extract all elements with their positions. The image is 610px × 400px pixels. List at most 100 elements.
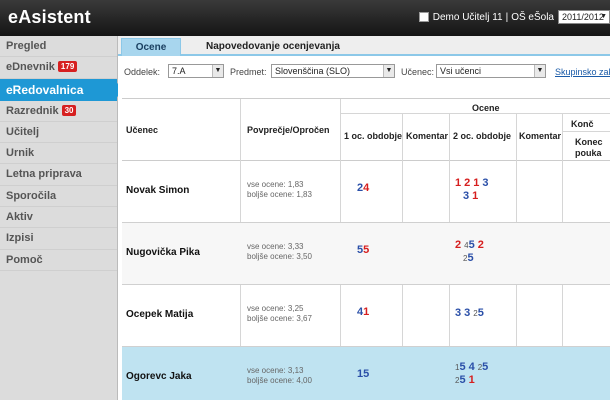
ucenec-label: Učenec: <box>401 67 435 77</box>
header-final-sub: Konec pouka <box>575 137 603 158</box>
sidebar-item-label: Razrednik <box>6 104 59 117</box>
sidebar-item-label: Učitelj <box>6 125 40 138</box>
sidebar-item-label: Aktiv <box>6 211 33 224</box>
student-average: vse ocene: 3,13 boljše ocene: 4,00 <box>247 366 312 386</box>
main-content: Ocene Napovedovanje ocenjevanja Oddelek:… <box>118 36 610 400</box>
grades-period2: 1213 31 <box>455 177 492 203</box>
predmet-label: Predmet: <box>230 67 267 77</box>
year-value: 2011/2012 <box>562 12 604 22</box>
student-average: vse ocene: 1,83 boljše ocene: 1,83 <box>247 180 312 200</box>
sidebar-item-label: Urnik <box>6 147 35 160</box>
sidebar-item-label: Izpisi <box>6 232 34 245</box>
grade[interactable]: 5 <box>467 252 473 264</box>
grade[interactable]: 1 <box>469 374 475 386</box>
grades-period2: 2 45 2 25 <box>455 239 487 265</box>
student-average: vse ocene: 3,25 boljše ocene: 3,67 <box>247 304 312 324</box>
grade[interactable]: 5 <box>459 361 465 373</box>
grade[interactable]: 5 <box>482 361 488 373</box>
grade[interactable]: 1 <box>363 306 369 318</box>
sidebar-item-label: Pregled <box>6 40 47 52</box>
sidebar-item-pomoc[interactable]: Pomoč <box>0 250 117 271</box>
grade[interactable]: 1 <box>473 177 479 189</box>
grade[interactable]: 1 <box>472 190 478 202</box>
table-row[interactable]: Ocepek Matija vse ocene: 3,25 boljše ocen… <box>122 285 610 347</box>
sidebar-item-ednevnik[interactable]: eDnevnik 179 <box>0 57 117 79</box>
sidebar-item-sporocila[interactable]: Sporočila <box>0 186 117 208</box>
demo-checkbox[interactable] <box>418 12 429 22</box>
sidebar-item-pregled[interactable]: Pregled <box>0 36 117 58</box>
grades-period1: 41 <box>357 306 369 318</box>
oddelek-select[interactable]: 7.A ▼ <box>168 64 224 78</box>
sidebar-item-razrednik[interactable]: Razrednik 30 <box>0 101 117 122</box>
grade[interactable]: 3 <box>463 190 469 202</box>
student-name[interactable]: Novak Simon <box>126 185 189 196</box>
average-all: vse ocene: 3,13 <box>247 366 304 375</box>
ucenec-value: Vsi učenci <box>440 66 482 76</box>
header-grades: Ocene <box>472 103 500 113</box>
grade[interactable]: 4 <box>363 182 369 194</box>
average-all: vse ocene: 1,83 <box>247 180 304 189</box>
user-panel: Demo Učitelj 11 | OŠ eŠola 2011/2012 ▼ <box>418 10 610 24</box>
sidebar-item-eredovalnica[interactable]: eRedovalnica <box>0 78 125 101</box>
grades-period1: 55 <box>357 244 369 256</box>
top-bar: eAsistent Demo Učitelj 11 | OŠ eŠola 201… <box>0 0 610 36</box>
table-row[interactable]: Ogorevc Jaka vse ocene: 3,13 boljše ocene… <box>122 347 610 400</box>
user-name[interactable]: Demo Učitelj 11 <box>433 12 503 23</box>
table-row[interactable]: Novak Simon vse ocene: 1,83 boljše ocene:… <box>122 161 610 223</box>
grade[interactable]: 3 <box>464 307 470 319</box>
grade[interactable]: 2 <box>464 177 470 189</box>
grade[interactable]: 3 <box>455 307 461 319</box>
average-best: boljše ocene: 3,67 <box>247 314 312 323</box>
student-average: vse ocene: 3,33 boljše ocene: 3,50 <box>247 242 312 262</box>
grades-period1: 24 <box>357 182 369 194</box>
sidebar-item-label: Sporočila <box>6 189 57 202</box>
header-student[interactable]: Učenec <box>126 125 158 135</box>
student-name[interactable]: Nugovička Pika <box>126 247 200 258</box>
grades-period2: 3 3 25 <box>455 307 487 320</box>
grade[interactable]: 5 <box>363 368 369 380</box>
grade[interactable]: 2 <box>455 239 461 251</box>
table-header: Učenec Povprečje/Opročen Ocene 1 oc. obd… <box>122 99 610 161</box>
chevron-down-icon: ▼ <box>383 65 394 77</box>
tab-bar: Ocene Napovedovanje ocenjevanja <box>118 36 610 56</box>
grade[interactable]: 2 <box>478 239 484 251</box>
year-select[interactable]: 2011/2012 ▼ <box>558 10 610 24</box>
grade[interactable]: 1 <box>455 177 461 189</box>
average-all: vse ocene: 3,25 <box>247 304 304 313</box>
grade[interactable]: 5 <box>363 244 369 256</box>
grade[interactable]: 3 <box>482 177 488 189</box>
tab-ocene[interactable]: Ocene <box>121 38 181 56</box>
notification-badge: 30 <box>61 104 77 116</box>
skupinsko-link[interactable]: Skupinsko zak <box>555 67 610 77</box>
sidebar-item-letna-priprava[interactable]: Letna priprava <box>0 164 117 186</box>
notification-badge: 179 <box>57 61 78 73</box>
average-best: boljše ocene: 4,00 <box>247 376 312 385</box>
grade[interactable]: 5 <box>478 307 484 319</box>
chevron-down-icon: ▼ <box>212 65 223 77</box>
separator: | <box>505 11 509 23</box>
grade[interactable]: 5 <box>469 239 475 251</box>
grade[interactable]: 4 <box>469 361 475 373</box>
tab-napovedovanje[interactable]: Napovedovanje ocenjevanja <box>194 38 352 56</box>
chevron-down-icon: ▼ <box>600 13 607 20</box>
school-name: OŠ eŠola <box>511 11 554 23</box>
ucenec-select[interactable]: Vsi učenci ▼ <box>436 64 546 78</box>
sidebar-item-urnik[interactable]: Urnik <box>0 143 117 165</box>
grade[interactable]: 5 <box>459 374 465 386</box>
app-logo[interactable]: eAsistent <box>8 7 91 28</box>
table-row[interactable]: Nugovička Pika vse ocene: 3,33 boljše oce… <box>122 223 610 285</box>
predmet-value: Slovenščina (SLO) <box>275 66 351 76</box>
sidebar-item-ucitelj[interactable]: Učitelj <box>0 122 117 144</box>
header-period1: 1 oc. obdobje <box>344 131 403 141</box>
sidebar-item-aktiv[interactable]: Aktiv <box>0 207 117 229</box>
grade[interactable]: 4 <box>464 241 468 250</box>
oddelek-value: 7.A <box>172 66 186 76</box>
sidebar-item-izpisi[interactable]: Izpisi <box>0 228 117 250</box>
header-average[interactable]: Povprečje/Opročen <box>247 125 330 135</box>
student-name[interactable]: Ocepek Matija <box>126 309 193 320</box>
oddelek-label: Oddelek: <box>124 67 161 77</box>
header-final: Konč <box>571 119 594 129</box>
student-name[interactable]: Ogorevc Jaka <box>126 371 192 382</box>
predmet-select[interactable]: Slovenščina (SLO) ▼ <box>271 64 395 78</box>
grades-table: Učenec Povprečje/Opročen Ocene 1 oc. obd… <box>122 98 610 400</box>
